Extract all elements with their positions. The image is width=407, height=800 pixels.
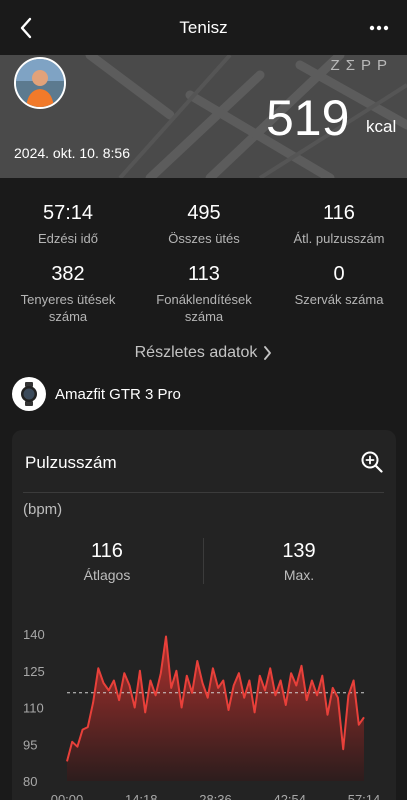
max-heart-rate: 139 Max. bbox=[239, 540, 359, 583]
watch-icon bbox=[21, 382, 37, 406]
user-avatar[interactable] bbox=[14, 57, 66, 109]
max-label: Max. bbox=[283, 567, 315, 583]
y-tick-label: 110 bbox=[23, 701, 44, 716]
more-options-button[interactable] bbox=[365, 14, 393, 42]
y-tick-label: 140 bbox=[23, 627, 45, 642]
heart-rate-chart[interactable]: 140 125 110 95 80 00:00 14:18 28:36 42:54 57:14 bbox=[12, 620, 396, 800]
max-value: 139 bbox=[282, 540, 316, 562]
stat-backhand: 113 Fonáklendítések száma bbox=[136, 263, 272, 325]
stat-value: 0 bbox=[333, 263, 345, 285]
x-tick-label: 14:18 bbox=[125, 792, 158, 800]
device-name: Amazfit GTR 3 Pro bbox=[55, 385, 181, 403]
stat-duration: 57:14 Edzési idő bbox=[0, 202, 136, 247]
x-tick-label: 57:14 bbox=[348, 792, 381, 800]
stat-label: Összes ütés bbox=[168, 231, 240, 246]
page-title: Tenisz bbox=[179, 18, 228, 37]
avatar-photo bbox=[16, 59, 64, 107]
chevron-right-icon bbox=[264, 345, 272, 360]
average-heart-rate: 116 Átlagos bbox=[47, 540, 167, 583]
calories-value: 519 bbox=[266, 90, 350, 146]
card-divider bbox=[23, 492, 384, 493]
workout-summary-hero: ZΣPP 519 kcal 2024. okt. 10. 8:56 bbox=[0, 55, 407, 178]
detailed-data-link[interactable]: Részletes adatok bbox=[0, 344, 407, 362]
stat-label: Tenyeres ütések száma bbox=[20, 292, 116, 324]
stat-label: Edzési idő bbox=[38, 231, 98, 246]
x-tick-label: 00:00 bbox=[51, 792, 84, 800]
stat-value: 116 bbox=[323, 202, 355, 224]
x-tick-label: 28:36 bbox=[199, 792, 232, 800]
zoom-in-icon[interactable] bbox=[360, 450, 384, 474]
stat-total-strokes: 495 Összes ütés bbox=[136, 202, 272, 247]
average-value: 116 bbox=[91, 540, 123, 562]
x-tick-label: 42:54 bbox=[273, 792, 306, 800]
detailed-data-label: Részletes adatok bbox=[134, 344, 258, 361]
heart-rate-area bbox=[67, 636, 364, 781]
stat-value: 113 bbox=[188, 263, 220, 285]
top-bar: Tenisz bbox=[0, 0, 407, 56]
brand-logo: ZΣPP bbox=[330, 57, 393, 74]
device-icon-badge bbox=[12, 377, 46, 411]
workout-datetime: 2024. okt. 10. 8:56 bbox=[14, 145, 130, 161]
stat-forehand: 382 Tenyeres ütések száma bbox=[0, 263, 136, 325]
stat-value: 382 bbox=[51, 263, 85, 285]
metric-divider bbox=[203, 538, 204, 584]
stat-label: Fonáklendítések száma bbox=[156, 292, 252, 324]
stat-label: Átl. pulzusszám bbox=[293, 231, 385, 246]
stat-serves: 0 Szervák száma bbox=[271, 263, 407, 308]
calories-unit: kcal bbox=[366, 117, 397, 136]
stat-label: Szervák száma bbox=[294, 292, 384, 307]
card-title: Pulzusszám bbox=[25, 453, 117, 472]
average-label: Átlagos bbox=[83, 567, 131, 583]
stat-value: 495 bbox=[187, 202, 221, 224]
y-tick-label: 95 bbox=[23, 737, 37, 752]
stat-avg-heart-rate: 116 Átl. pulzusszám bbox=[271, 202, 407, 247]
device-row[interactable]: Amazfit GTR 3 Pro bbox=[12, 377, 181, 411]
more-horizontal-icon bbox=[369, 25, 389, 31]
y-tick-label: 125 bbox=[23, 664, 45, 679]
y-tick-label: 80 bbox=[23, 774, 37, 789]
stat-value: 57:14 bbox=[42, 202, 94, 224]
heart-rate-card: Pulzusszám (bpm) 116 Átlagos 139 Max. 14… bbox=[12, 430, 396, 800]
chart-unit-label: (bpm) bbox=[23, 501, 63, 518]
